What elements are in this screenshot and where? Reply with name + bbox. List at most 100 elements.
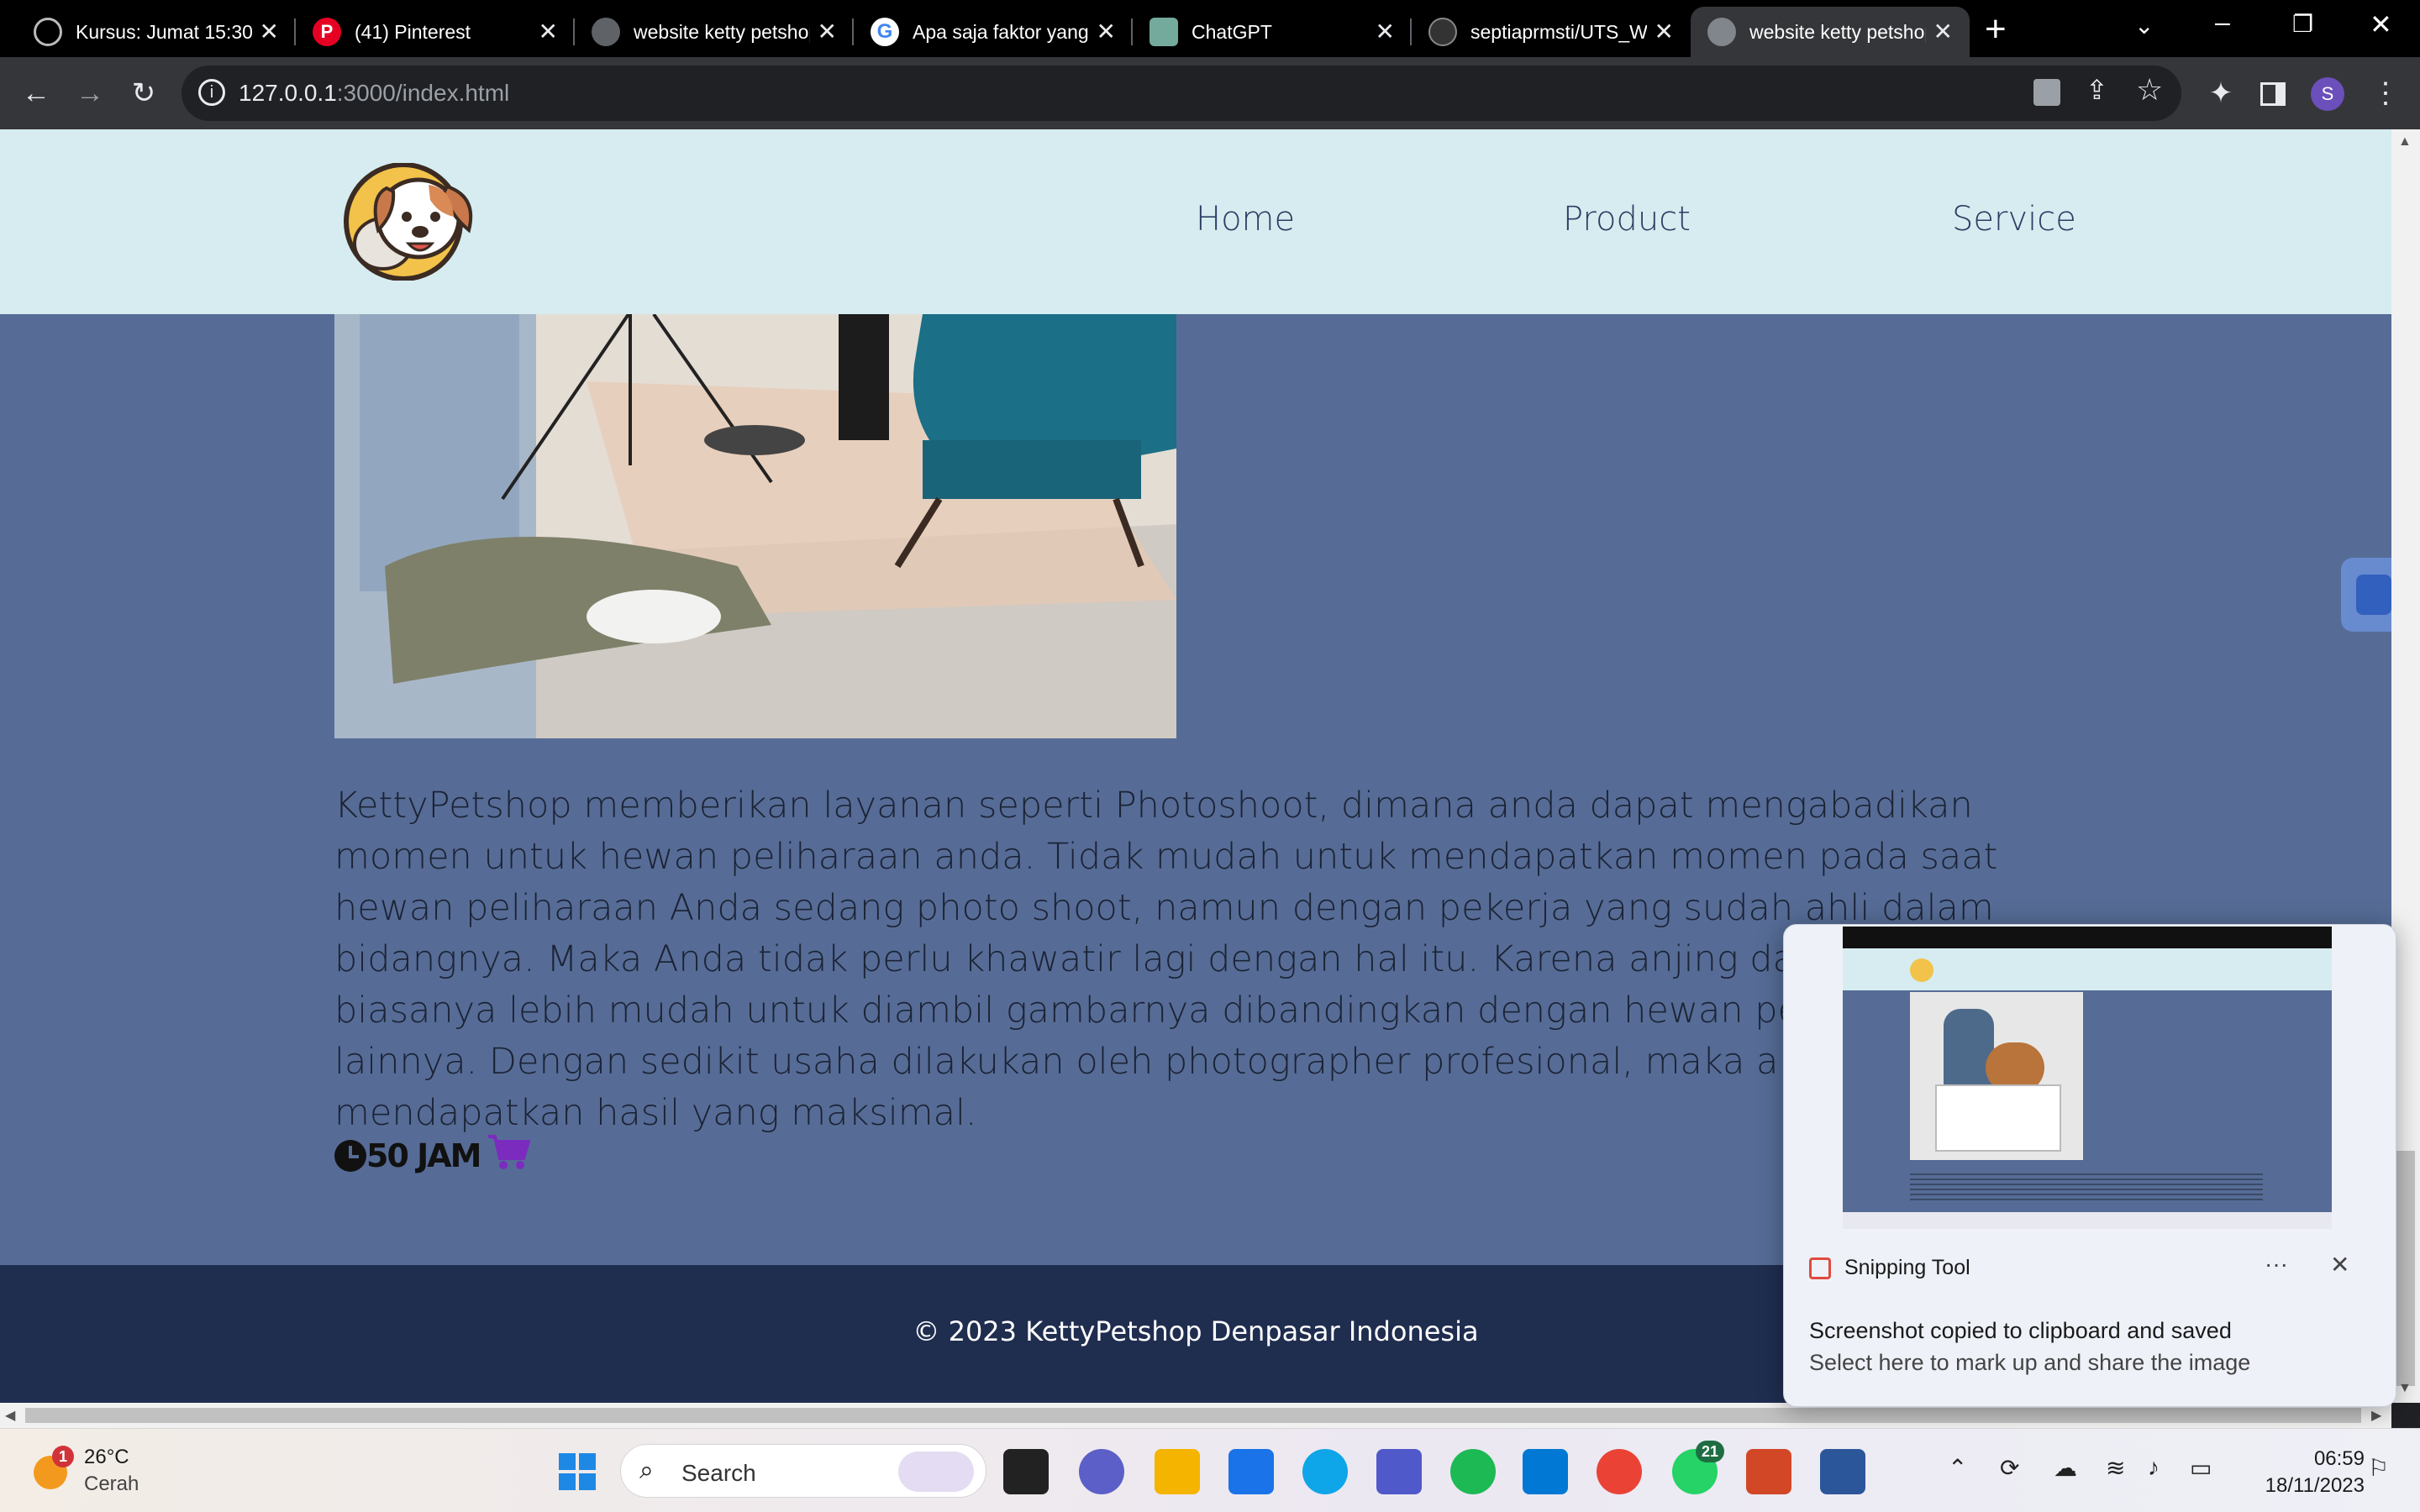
bookmark-star-icon[interactable]: ☆ xyxy=(2136,72,2163,108)
scrollbar-thumb[interactable] xyxy=(2396,1151,2415,1386)
tray-chevron-icon[interactable]: ⌃ xyxy=(1948,1454,1967,1482)
minimize-icon[interactable]: – xyxy=(2215,7,2230,38)
weather-desc[interactable]: Cerah xyxy=(84,1473,139,1496)
thumb-grooming-photo xyxy=(1910,992,2083,1160)
file-explorer-icon[interactable] xyxy=(1155,1449,1200,1494)
close-icon[interactable]: ✕ xyxy=(1376,18,1395,45)
tab-pinterest[interactable]: P (41) Pinterest ✕ xyxy=(296,7,575,57)
whatsapp-badge: 21 xyxy=(1696,1441,1724,1462)
tab-title: website ketty petshop xyxy=(634,20,810,43)
window-close-icon[interactable]: ✕ xyxy=(2370,8,2392,40)
scroll-left-arrow-icon[interactable]: ◀ xyxy=(5,1407,15,1424)
close-icon[interactable]: ✕ xyxy=(1933,18,1953,45)
translate-icon[interactable] xyxy=(2033,79,2060,106)
windows-start-icon[interactable] xyxy=(555,1449,600,1494)
tab-kursus[interactable]: Kursus: Jumat 15:30 ✕ xyxy=(17,7,296,57)
search-placeholder: Search xyxy=(681,1460,756,1486)
tab-chatgpt[interactable]: ChatGPT ✕ xyxy=(1133,7,1412,57)
taskbar-search[interactable]: ⌕ Search xyxy=(620,1444,986,1498)
moodle-icon xyxy=(34,18,62,46)
url-host: 127.0.0.1 xyxy=(239,80,337,106)
teams-chat-icon[interactable] xyxy=(1079,1449,1124,1494)
tab-title: ChatGPT xyxy=(1192,20,1272,43)
share-icon[interactable]: ⇪ xyxy=(2086,74,2108,106)
site-navbar: Home Product Service xyxy=(0,129,2391,314)
new-tab-icon[interactable]: + xyxy=(1985,8,2007,50)
whatsapp-icon[interactable]: 21 xyxy=(1672,1441,1724,1494)
profile-avatar[interactable]: S xyxy=(2311,77,2344,111)
floating-extension-widget[interactable] xyxy=(2341,558,2391,632)
microsoft-store-icon[interactable] xyxy=(1228,1449,1274,1494)
toast-message: Screenshot copied to clipboard and saved xyxy=(1809,1318,2232,1343)
google-icon: G xyxy=(871,18,899,46)
weather-temp[interactable]: 26°C xyxy=(84,1446,129,1469)
kebab-menu-icon[interactable]: ⋮ xyxy=(2365,72,2407,114)
tab-github[interactable]: septiaprmsti/UTS_WEB ✕ xyxy=(1412,7,1691,57)
tab-title: Kursus: Jumat 15:30 xyxy=(76,20,252,43)
more-options-icon[interactable]: ··· xyxy=(2265,1251,2288,1278)
ketty-petshop-logo[interactable] xyxy=(336,162,481,281)
thumb-taskbar xyxy=(1843,1212,2332,1229)
close-icon[interactable]: ✕ xyxy=(1655,18,1674,45)
tab-website-active[interactable]: website ketty petshop ✕ xyxy=(1691,7,1970,57)
onedrive-icon[interactable]: ☁ xyxy=(2054,1454,2077,1482)
restore-icon[interactable]: ❐ xyxy=(2292,10,2313,38)
snipping-tool-icon xyxy=(1809,1257,1831,1279)
github-icon xyxy=(1428,18,1457,46)
cart-icon[interactable] xyxy=(487,1133,532,1178)
weather-badge: 1 xyxy=(52,1446,74,1467)
scroll-down-arrow-icon[interactable]: ▼ xyxy=(2398,1381,2412,1396)
nav-product[interactable]: Product xyxy=(1563,200,1691,239)
side-panel-icon[interactable] xyxy=(2260,82,2286,106)
tab-title: (41) Pinterest xyxy=(355,20,471,43)
volume-icon[interactable]: ♪ xyxy=(2148,1454,2160,1481)
weather-widget[interactable]: 1 xyxy=(34,1446,74,1491)
close-icon[interactable]: ✕ xyxy=(818,18,837,45)
chrome-icon[interactable] xyxy=(1597,1449,1642,1494)
nav-service[interactable]: Service xyxy=(1952,200,2076,239)
reload-icon[interactable]: ↻ xyxy=(123,72,165,114)
tab-search-chevron-icon[interactable]: ⌄ xyxy=(2134,12,2154,39)
spotify-icon[interactable] xyxy=(1450,1449,1496,1494)
clock-date[interactable]: 18/11/2023 xyxy=(2238,1474,2365,1498)
close-icon[interactable]: ✕ xyxy=(260,18,279,45)
tab-title: Apa saja faktor yang xyxy=(913,20,1089,43)
scroll-right-arrow-icon[interactable]: ▶ xyxy=(2371,1407,2381,1424)
wifi-icon[interactable]: ≋ xyxy=(2106,1454,2125,1482)
teams-icon[interactable] xyxy=(1376,1449,1422,1494)
edge-icon[interactable] xyxy=(1302,1449,1348,1494)
scrollbar-thumb[interactable] xyxy=(25,1408,2361,1423)
lightning-icon xyxy=(2356,575,2391,615)
back-arrow-icon[interactable]: ← xyxy=(15,72,57,114)
photoshoot-image xyxy=(334,314,1176,738)
task-view-icon[interactable] xyxy=(1003,1449,1049,1494)
tab-website-1[interactable]: website ketty petshop ✕ xyxy=(575,7,854,57)
close-icon[interactable]: ✕ xyxy=(1097,18,1116,45)
screenshot-thumbnail[interactable] xyxy=(1843,927,2332,1229)
powerpoint-icon[interactable] xyxy=(1746,1449,1791,1494)
toast-subtext: Select here to mark up and share the ima… xyxy=(1809,1350,2251,1375)
url-text[interactable]: 127.0.0.1:3000/index.html xyxy=(239,80,509,107)
info-icon[interactable]: i xyxy=(198,79,225,106)
word-icon[interactable] xyxy=(1820,1449,1865,1494)
clock-time[interactable]: 06:59 xyxy=(2289,1447,2365,1471)
snipping-tool-notification[interactable]: Snipping Tool ··· ✕ Screenshot copied to… xyxy=(1783,924,2396,1407)
toast-close-icon[interactable]: ✕ xyxy=(2330,1251,2349,1278)
pinterest-icon: P xyxy=(313,18,341,46)
url-path: :3000/index.html xyxy=(336,80,510,106)
extensions-icon[interactable]: ✦ xyxy=(2200,72,2242,114)
forward-arrow-icon[interactable]: → xyxy=(69,72,111,114)
scroll-up-arrow-icon[interactable]: ▲ xyxy=(2398,134,2412,150)
chatgpt-icon xyxy=(1150,18,1178,46)
battery-icon[interactable]: ▭ xyxy=(2190,1454,2212,1482)
vscode-icon[interactable] xyxy=(1523,1449,1568,1494)
tab-google[interactable]: G Apa saja faktor yang ✕ xyxy=(854,7,1133,57)
notification-bell-icon[interactable]: ⚐ xyxy=(2368,1454,2389,1482)
thumb-text-lines xyxy=(1910,1170,2263,1204)
sync-icon[interactable]: ⟳ xyxy=(2000,1454,2019,1482)
address-bar[interactable]: i 127.0.0.1:3000/index.html ⇪ ☆ xyxy=(182,66,2181,121)
nav-home[interactable]: Home xyxy=(1196,200,1295,239)
browser-toolbar: ← → ↻ i 127.0.0.1:3000/index.html ⇪ ☆ ✦ … xyxy=(0,57,2420,129)
close-icon[interactable]: ✕ xyxy=(539,18,558,45)
tab-title: website ketty petshop xyxy=(1749,20,1926,43)
